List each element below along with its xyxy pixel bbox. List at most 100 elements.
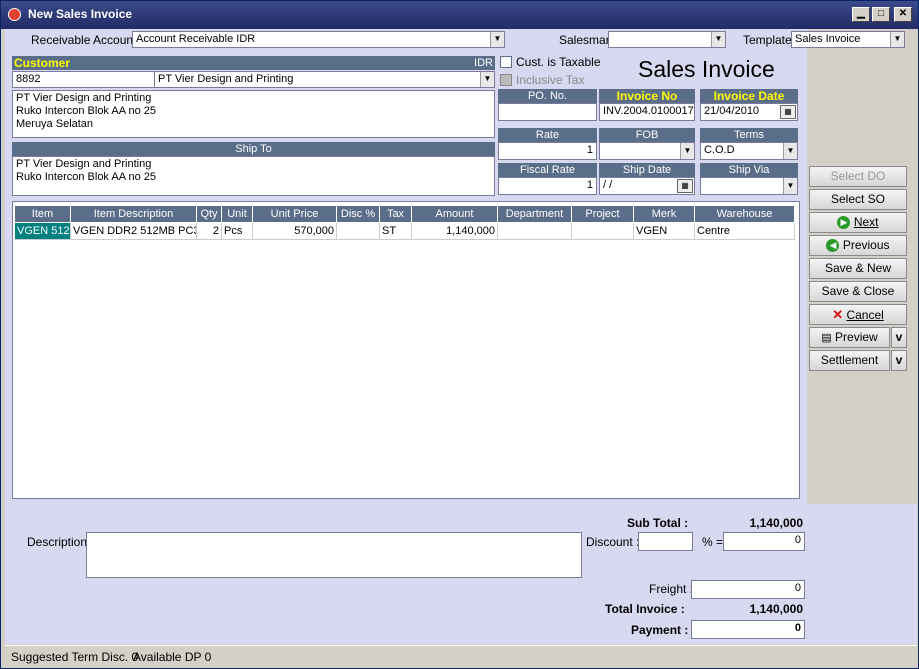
calendar-icon[interactable]: ▦: [780, 105, 796, 119]
address-line: Ruko Intercon Blok AA no 25: [16, 105, 157, 117]
terms-combo[interactable]: C.O.D ▼: [700, 142, 798, 160]
customer-header: Customer IDR: [12, 56, 495, 70]
grid-cell-department[interactable]: [498, 223, 572, 240]
settlement-more-button[interactable]: v: [891, 350, 907, 371]
discount-percent-input[interactable]: [638, 532, 693, 551]
close-button[interactable]: ✕: [894, 7, 912, 22]
payment-input[interactable]: 0: [691, 620, 805, 639]
ship-date-value: / /: [603, 179, 613, 191]
po-no-input[interactable]: [498, 103, 597, 121]
column-header[interactable]: Warehouse: [695, 206, 795, 222]
rate-label: Rate: [498, 128, 597, 142]
rate-input[interactable]: 1: [498, 142, 597, 160]
maximize-button[interactable]: □: [872, 7, 890, 22]
arrow-right-icon: ▶: [837, 216, 851, 230]
salesman-combo[interactable]: ▼: [608, 31, 726, 48]
grid-cell-disc[interactable]: [337, 223, 380, 240]
invoice-date-input[interactable]: 21/04/2010 ▦: [700, 103, 798, 121]
column-header[interactable]: Unit Price: [253, 206, 337, 222]
ship-to-line: PT Vier Design and Printing: [16, 158, 152, 170]
save-new-button[interactable]: Save & New: [809, 258, 907, 279]
terms-label: Terms: [700, 128, 798, 142]
next-button[interactable]: ▶ Next: [809, 212, 907, 233]
grid-cell-description[interactable]: VGEN DDR2 512MB PC3: [71, 223, 197, 240]
dropdown-arrow-icon[interactable]: ▼: [490, 32, 504, 47]
freight-label: Freight :: [649, 582, 694, 596]
column-header[interactable]: Item Description: [71, 206, 197, 222]
sales-invoice-window: New Sales Invoice ▁ □ ✕ Receivable Accou…: [0, 0, 919, 669]
grid-cell-tax[interactable]: ST: [380, 223, 412, 240]
status-bar: Suggested Term Disc. 0 Available DP 0: [5, 645, 917, 667]
dropdown-arrow-icon[interactable]: ▼: [680, 143, 694, 159]
previous-label: Previous: [842, 238, 890, 252]
customer-name-combo[interactable]: PT Vier Design and Printing ▼: [154, 71, 495, 88]
grid-cell-warehouse[interactable]: Centre: [695, 223, 795, 240]
ship-date-input[interactable]: / / ▦: [599, 177, 695, 195]
fiscal-rate-label: Fiscal Rate: [498, 163, 597, 177]
arrow-left-icon: ◀: [826, 239, 840, 253]
customer-name-value: PT Vier Design and Printing: [158, 73, 294, 85]
ship-to-address[interactable]: PT Vier Design and Printing Ruko Interco…: [12, 156, 495, 196]
window-title: New Sales Invoice: [28, 7, 133, 21]
cancel-button[interactable]: ✕ Cancel: [809, 304, 907, 325]
fob-label: FOB: [599, 128, 695, 142]
column-header[interactable]: Disc %: [337, 206, 380, 222]
po-no-label: PO. No.: [498, 89, 597, 103]
template-combo[interactable]: Sales Invoice ▼: [791, 31, 905, 48]
column-header[interactable]: Project: [572, 206, 634, 222]
save-close-button[interactable]: Save & Close: [809, 281, 907, 302]
column-header[interactable]: Tax: [380, 206, 412, 222]
column-header[interactable]: Department: [498, 206, 572, 222]
settlement-button[interactable]: Settlement: [809, 350, 890, 371]
previous-button[interactable]: ◀ Previous: [809, 235, 907, 256]
invoice-no-input[interactable]: INV.2004.0100017: [599, 103, 695, 121]
address-line: PT Vier Design and Printing: [16, 92, 152, 104]
grid-cell-amount[interactable]: 1,140,000: [412, 223, 498, 240]
column-header[interactable]: Amount: [412, 206, 498, 222]
cust-taxable-checkbox[interactable]: [500, 56, 512, 68]
grid-cell-item[interactable]: VGEN 512: [15, 223, 71, 240]
cancel-x-icon: ✕: [832, 307, 844, 322]
template-value: Sales Invoice: [795, 33, 861, 45]
grid-cell-qty[interactable]: 2: [197, 223, 222, 240]
dropdown-arrow-icon[interactable]: ▼: [783, 178, 797, 194]
printer-icon: ▤: [821, 332, 832, 344]
item-grid[interactable]: Item Item Description Qty Unit Unit Pric…: [12, 201, 800, 499]
ship-via-combo[interactable]: ▼: [700, 177, 798, 195]
term-disc-status: Suggested Term Disc. 0: [11, 650, 139, 664]
payment-label: Payment :: [631, 623, 689, 637]
select-so-button[interactable]: Select SO: [809, 189, 907, 210]
grid-cell-project[interactable]: [572, 223, 634, 240]
preview-more-button[interactable]: v: [891, 327, 907, 348]
customer-code-input[interactable]: 8892: [12, 71, 155, 88]
total-invoice-label: Total Invoice :: [605, 602, 685, 616]
calendar-icon[interactable]: ▦: [677, 179, 693, 193]
column-header[interactable]: Merk: [634, 206, 695, 222]
select-do-button[interactable]: Select DO: [809, 166, 907, 187]
grid-cell-unit[interactable]: Pcs: [222, 223, 253, 240]
discount-label: Discount :: [586, 535, 640, 549]
preview-label: Preview: [835, 330, 878, 344]
column-header[interactable]: Unit: [222, 206, 253, 222]
freight-input[interactable]: 0: [691, 580, 805, 599]
discount-value-input[interactable]: 0: [723, 532, 805, 551]
preview-button[interactable]: ▤ Preview: [809, 327, 890, 348]
dropdown-arrow-icon[interactable]: ▼: [890, 32, 904, 47]
minimize-button[interactable]: ▁: [852, 7, 870, 22]
customer-address[interactable]: PT Vier Design and Printing Ruko Interco…: [12, 90, 495, 138]
description-input[interactable]: [86, 532, 582, 578]
grid-cell-merk[interactable]: VGEN: [634, 223, 695, 240]
column-header[interactable]: Item: [15, 206, 71, 222]
invoice-no-label: Invoice No: [599, 89, 695, 103]
dropdown-arrow-icon[interactable]: ▼: [783, 143, 797, 159]
title-bar: New Sales Invoice ▁ □ ✕: [1, 1, 918, 29]
dropdown-arrow-icon[interactable]: ▼: [480, 72, 494, 87]
address-line: Meruya Selatan: [16, 118, 94, 130]
fiscal-rate-input[interactable]: 1: [498, 177, 597, 195]
inclusive-tax-checkbox[interactable]: [500, 74, 512, 86]
column-header[interactable]: Qty: [197, 206, 222, 222]
receivable-account-combo[interactable]: Account Receivable IDR ▼: [132, 31, 505, 48]
dropdown-arrow-icon[interactable]: ▼: [711, 32, 725, 47]
fob-combo[interactable]: ▼: [599, 142, 695, 160]
grid-cell-unit-price[interactable]: 570,000: [253, 223, 337, 240]
